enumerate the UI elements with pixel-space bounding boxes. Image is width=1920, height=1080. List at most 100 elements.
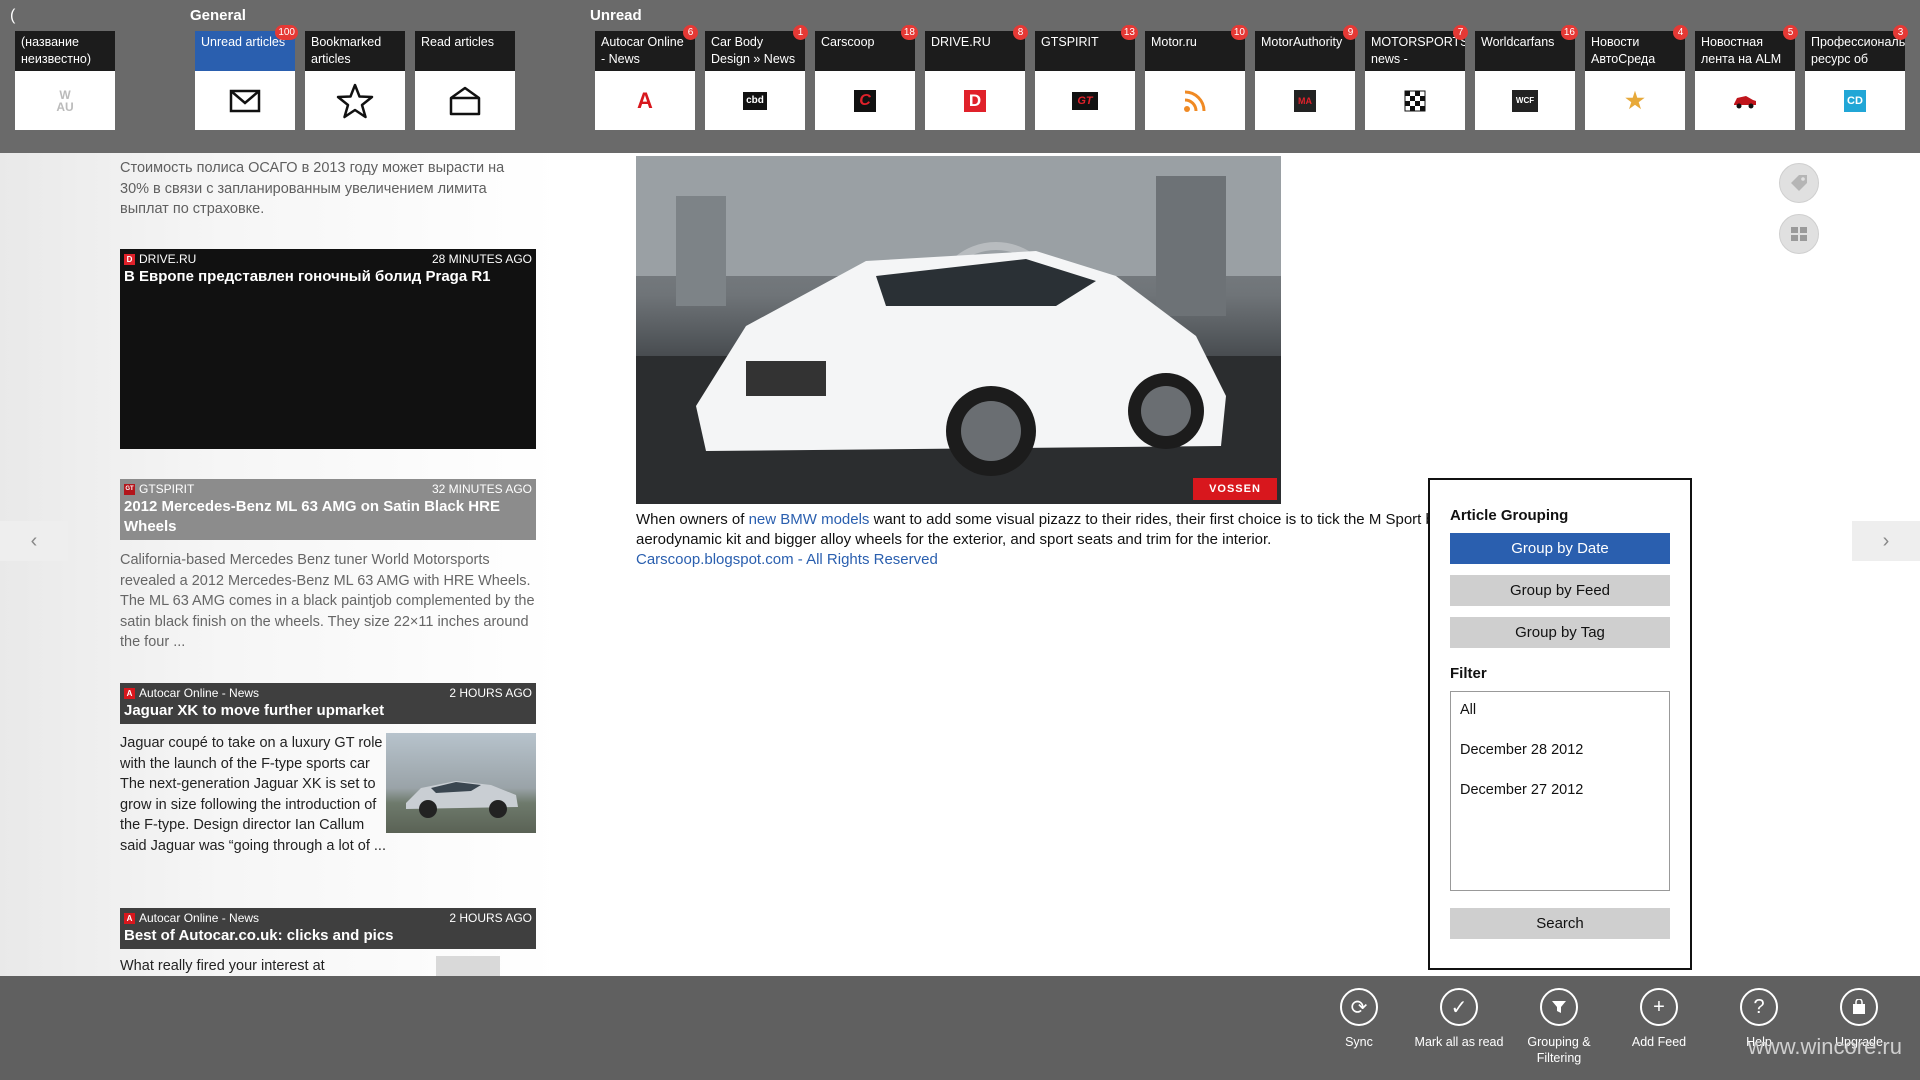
article-grouping-heading: Article Grouping (1450, 507, 1569, 524)
grid-icon (1791, 227, 1807, 241)
avtosreda-logo-icon: ★ (1625, 87, 1645, 113)
feed-tile-motorauthority[interactable]: MotorAuthority MA 9 (1255, 25, 1358, 130)
feed-tile-name: Car Body Design » News (705, 31, 805, 71)
feed-badge: 9 (1343, 25, 1358, 40)
feed-tile-avtosreda[interactable]: Новости АвтоСреда ★ 4 (1585, 25, 1688, 130)
feed-badge: 13 (1120, 25, 1138, 40)
feed-badge: 1 (793, 25, 808, 40)
motorauthority-logo-icon: MA (1294, 89, 1316, 112)
image-watermark: VOSSEN (1193, 478, 1277, 500)
feed-tile-name: Профессиональ ресурс об (1805, 31, 1905, 71)
card-title: 2012 Mercedes-Benz ML 63 AMG on Satin Bl… (124, 498, 500, 535)
card-text: What really fired your interest at (120, 958, 325, 974)
filter-option-dec-27[interactable]: December 27 2012 (1451, 780, 1669, 820)
feed-tile-name: MOTORSPORTS news - (1365, 31, 1465, 71)
tile-read-articles[interactable]: Read articles (415, 31, 515, 130)
group-by-date-button[interactable]: Group by Date (1450, 533, 1670, 564)
envelope-icon (229, 89, 261, 112)
feed-tile-name: Worldcarfans (1475, 31, 1575, 71)
filter-heading: Filter (1450, 665, 1487, 682)
card-title: В Европе представлен гоночный болид Prag… (124, 268, 491, 285)
feed-tile-name: Новости АвтоСреда (1585, 31, 1685, 71)
feed-tile-carbodydesign[interactable]: Car Body Design » News cbd 1 (705, 25, 808, 130)
article-card-jaguar[interactable]: A Autocar Online - News 2 HOURS AGO Jagua… (120, 683, 536, 724)
search-button[interactable]: Search (1450, 908, 1670, 939)
filter-list[interactable]: All December 28 2012 December 27 2012 (1450, 691, 1670, 891)
feed-tile-professional[interactable]: Профессиональ ресурс об CD 3 (1805, 25, 1908, 130)
tile-unread-articles[interactable]: Unread articles 100 (195, 25, 298, 130)
layout-button[interactable] (1779, 214, 1819, 254)
card-time: 2 HOURS AGO (449, 911, 532, 925)
card-text: California-based Mercedes Benz tuner Wor… (120, 552, 535, 650)
feed-tile-name: (название неизвестно) (15, 31, 115, 71)
source-credit-link[interactable]: Carscoop.blogspot.com - All Rights Reser… (636, 551, 938, 568)
autocar-source-icon: A (124, 688, 135, 699)
grouping-filtering-button[interactable]: Grouping & Filtering (1509, 988, 1609, 1066)
filter-option-all[interactable]: All (1451, 700, 1669, 740)
unread-count-badge: 100 (275, 25, 298, 40)
feed-tile-carscoop[interactable]: Carscoop C 18 (815, 25, 918, 130)
rss-icon (1184, 90, 1206, 112)
feed-bar: ( General Unread (название неизвестно) W… (0, 0, 1920, 153)
card-text: Jaguar coupé to take on a luxury GT role… (120, 735, 386, 854)
mark-all-read-button[interactable]: ✓ Mark all as read (1409, 988, 1509, 1050)
filter-option-dec-28[interactable]: December 28 2012 (1451, 740, 1669, 780)
article-snippet: Стоимость полиса ОСАГО в 2013 году может… (120, 160, 505, 217)
article-card-gtspirit[interactable]: GT GTSPIRIT 32 MINUTES AGO 2012 Mercedes-… (120, 479, 536, 540)
feed-tile-unknown[interactable]: (название неизвестно) W AU (15, 31, 115, 130)
card-time: 28 MINUTES AGO (431, 252, 532, 266)
article-card-autocar-best[interactable]: A Autocar Online - News 2 HOURS AGO Best … (120, 908, 536, 949)
group-by-tag-button[interactable]: Group by Tag (1450, 617, 1670, 648)
group-by-feed-button[interactable]: Group by Feed (1450, 575, 1670, 606)
feed-tile-autocar[interactable]: Autocar Online - News A 6 (595, 25, 698, 130)
bmw-models-link[interactable]: new BMW models (749, 511, 870, 528)
bmw-car-image-icon (636, 156, 1281, 504)
unknown-feed-logo: W AU (56, 87, 74, 114)
sync-icon: ⟳ (1340, 988, 1378, 1026)
tag-button[interactable] (1779, 163, 1819, 203)
grouping-filtering-flyout: Article Grouping Group by Date Group by … (1428, 478, 1692, 970)
feed-badge: 8 (1013, 25, 1028, 40)
feed-tile-motorru[interactable]: Motor.ru 10 (1145, 25, 1248, 130)
feed-badge: 4 (1673, 25, 1688, 40)
open-envelope-icon (449, 86, 481, 115)
tile-bookmarked-articles[interactable]: Bookmarked articles (305, 31, 405, 130)
feed-tile-drive[interactable]: DRIVE.RU D 8 (925, 25, 1028, 130)
card-title: Jaguar XK to move further upmarket (124, 702, 385, 719)
article-card-drive[interactable]: D DRIVE.RU 28 MINUTES AGO В Европе предст… (120, 249, 536, 449)
feed-badge: 16 (1560, 25, 1578, 40)
drive-logo-icon: D (964, 89, 986, 112)
feed-tile-gtspirit[interactable]: GTSPIRIT GT 13 (1035, 25, 1138, 130)
feed-tile-name: GTSPIRIT (1035, 31, 1135, 71)
card-source: Autocar Online - News (139, 911, 260, 925)
unread-group-label: Unread (590, 7, 642, 24)
sync-button[interactable]: ⟳ Sync (1309, 988, 1409, 1050)
feed-tile-motorsports[interactable]: MOTORSPORTS news - 7 (1365, 25, 1468, 130)
feed-badge: 3 (1893, 25, 1908, 40)
check-icon: ✓ (1440, 988, 1478, 1026)
car-image-icon (406, 781, 518, 818)
add-feed-label: Add Feed (1631, 1035, 1687, 1049)
feed-tile-worldcarfans[interactable]: Worldcarfans WCF 16 (1475, 25, 1578, 130)
filter-icon (1540, 988, 1578, 1026)
card-source: Autocar Online - News (139, 686, 260, 700)
general-group-label: General (190, 7, 246, 24)
feed-tile-name: Carscoop (815, 31, 915, 71)
mark-all-read-label: Mark all as read (1414, 1035, 1504, 1049)
carscoop-logo-icon: C (854, 89, 876, 112)
feed-tile-name: Новостная лента на ALM (1695, 31, 1795, 71)
next-arrow-icon[interactable]: › (1852, 521, 1920, 561)
grouping-filtering-label: Grouping & Filtering (1527, 1035, 1591, 1065)
sync-label: Sync (1345, 1035, 1373, 1049)
feed-tile-name: Autocar Online - News (595, 31, 695, 71)
feed-tile-alm[interactable]: Новостная лента на ALM 5 (1695, 25, 1798, 130)
gtspirit-logo-icon: GT (1072, 91, 1098, 110)
add-feed-button[interactable]: + Add Feed (1609, 988, 1709, 1050)
card-title: Best of Autocar.co.uk: clicks and pics (124, 927, 394, 944)
previous-arrow-icon[interactable]: ‹ (0, 521, 68, 561)
article-text-start: When owners of (636, 511, 749, 528)
bar-paren: ( (10, 7, 16, 24)
feed-tile-name: Motor.ru (1145, 31, 1245, 71)
autocar-thumbnail (436, 956, 500, 976)
feed-badge: 6 (683, 25, 698, 40)
